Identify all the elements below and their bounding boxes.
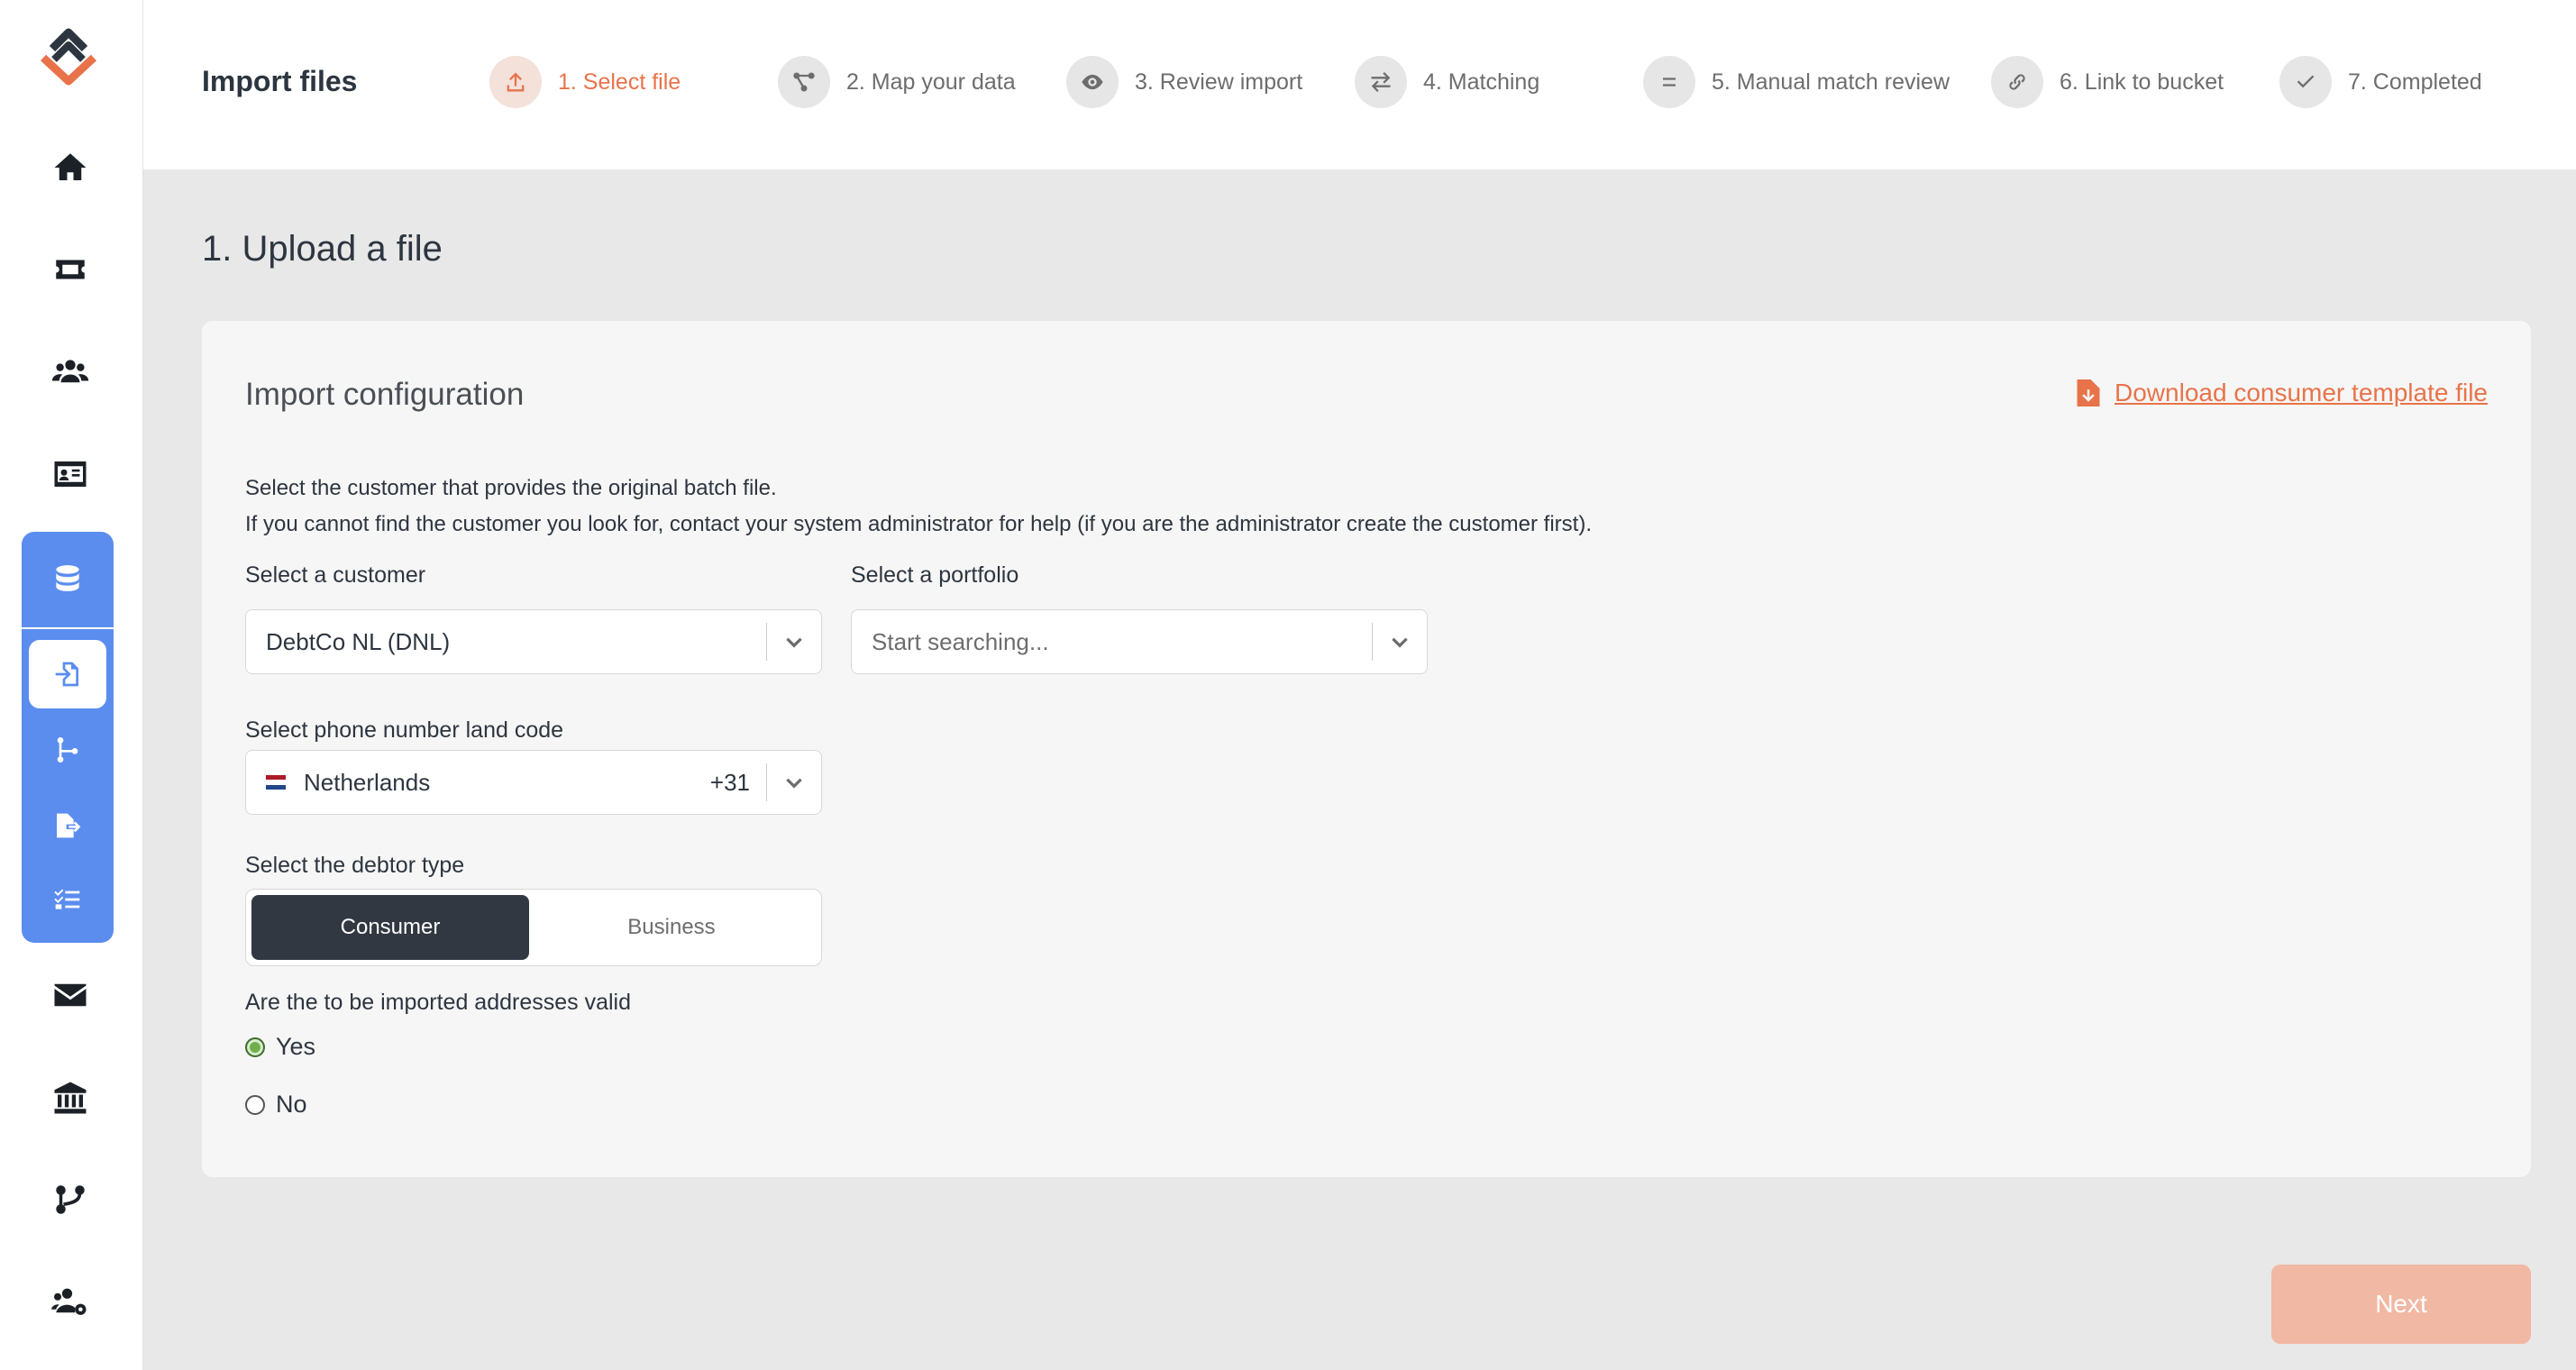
sidebar-item-workflow[interactable]: [47, 1176, 94, 1223]
eye-icon: [1066, 56, 1119, 108]
radio-checked-icon: [245, 1037, 265, 1057]
sidebar-item-bank[interactable]: [47, 1074, 94, 1121]
map-icon: [778, 56, 830, 108]
users-icon: [51, 360, 89, 383]
radio-label: No: [276, 1091, 307, 1118]
addresses-valid-label: Are the to be imported addresses valid: [245, 990, 632, 1015]
file-import-icon: [55, 662, 78, 687]
debtor-type-business-option[interactable]: Business: [533, 895, 810, 960]
download-template-label: Download consumer template file: [2115, 379, 2488, 406]
portfolio-label: Select a portfolio: [851, 562, 1019, 588]
logo-icon: [40, 28, 97, 86]
step-completed[interactable]: 7. Completed: [2279, 54, 2482, 110]
sidebar-sub-item-tasks[interactable]: [29, 865, 106, 934]
chevron-down-icon: [1373, 630, 1427, 653]
customer-select[interactable]: DebtCo NL (DNL): [245, 609, 822, 674]
portfolio-select[interactable]: Start searching...: [851, 609, 1428, 674]
sidebar-sub-item-flow[interactable]: [29, 716, 106, 784]
sidebar-sub-item-import[interactable]: [29, 640, 106, 708]
step-label: 2. Map your data: [846, 68, 1016, 95]
step-label: 6. Link to bucket: [2060, 68, 2224, 95]
customer-label: Select a customer: [245, 562, 426, 588]
id-card-icon: [54, 461, 87, 487]
step-select-file[interactable]: 1. Select file: [489, 54, 681, 110]
database-icon: [56, 565, 79, 591]
step-map-data[interactable]: 2. Map your data: [778, 54, 1016, 110]
check-icon: [2279, 56, 2332, 108]
step-label: 4. Matching: [1423, 68, 1540, 95]
card-title: Import configuration: [245, 377, 525, 412]
step-label: 5. Manual match review: [1712, 68, 1950, 95]
sidebar-sub-item-export[interactable]: [29, 791, 106, 860]
debtor-type-toggle: Consumer Business: [245, 889, 822, 966]
portfolio-select-placeholder: Start searching...: [872, 627, 1049, 655]
import-configuration-card: Import configuration Download consumer t…: [202, 321, 2531, 1177]
radio-label: Yes: [276, 1033, 316, 1060]
branch-icon: [56, 1185, 85, 1214]
phone-code-select[interactable]: Netherlands +31: [245, 750, 822, 815]
phone-code-label: Select phone number land code: [245, 717, 564, 743]
phone-country: Netherlands: [304, 768, 431, 796]
sidebar-item-home[interactable]: [47, 144, 94, 191]
sidebar-item-users[interactable]: [47, 348, 94, 395]
description-line-2: If you cannot find the customer you look…: [245, 512, 1592, 536]
sidebar-item-user-settings[interactable]: [47, 1278, 94, 1325]
step-label: 1. Select file: [558, 68, 681, 95]
netherlands-flag-icon: [266, 775, 286, 790]
file-download-icon: [2077, 379, 2100, 406]
link-icon: [1991, 56, 2043, 108]
flow-icon: [57, 737, 78, 763]
chevron-down-icon: [767, 630, 821, 653]
chevron-down-icon: [767, 771, 821, 794]
bank-icon: [54, 1082, 87, 1114]
customer-select-value: DebtCo NL (DNL): [266, 627, 451, 655]
sidebar-group-data: [22, 532, 114, 943]
home-icon: [54, 153, 87, 180]
ticket-icon: [56, 260, 85, 279]
page-header-title: Import files: [202, 65, 358, 97]
addresses-valid-no-radio[interactable]: No: [245, 1091, 307, 1119]
download-template-link[interactable]: Download consumer template file: [2077, 379, 2488, 407]
step-label: 3. Review import: [1135, 68, 1303, 95]
description-line-1: Select the customer that provides the or…: [245, 476, 777, 500]
phone-code-value: +31: [709, 768, 750, 796]
sidebar: [0, 0, 143, 1370]
upload-icon: [489, 56, 542, 108]
step-matching[interactable]: 4. Matching: [1355, 54, 1539, 110]
page-title: 1. Upload a file: [202, 229, 443, 269]
equals-icon: [1643, 56, 1695, 108]
addresses-valid-yes-radio[interactable]: Yes: [245, 1033, 315, 1061]
debtor-type-consumer-option[interactable]: Consumer: [251, 895, 529, 960]
step-review-import[interactable]: 3. Review import: [1066, 54, 1302, 110]
header: Import files 1. Select file 2. Map your …: [143, 0, 2576, 169]
file-export-icon: [57, 813, 81, 838]
radio-unchecked-icon: [245, 1094, 265, 1115]
mail-icon: [54, 983, 87, 1007]
checklist-icon: [54, 889, 80, 909]
step-link-to-bucket[interactable]: 6. Link to bucket: [1991, 54, 2224, 110]
swap-arrows-icon: [1355, 56, 1407, 108]
step-manual-match-review[interactable]: 5. Manual match review: [1643, 54, 1950, 110]
next-button[interactable]: Next: [2271, 1265, 2531, 1344]
debtor-type-label: Select the debtor type: [245, 853, 465, 878]
sidebar-item-contacts[interactable]: [47, 451, 94, 498]
step-label: 7. Completed: [2348, 68, 2482, 95]
sidebar-item-data[interactable]: [22, 532, 114, 629]
users-gear-icon: [51, 1288, 87, 1315]
app-logo[interactable]: [36, 23, 106, 87]
sidebar-item-mail[interactable]: [47, 972, 94, 1018]
sidebar-item-tickets[interactable]: [47, 246, 94, 293]
